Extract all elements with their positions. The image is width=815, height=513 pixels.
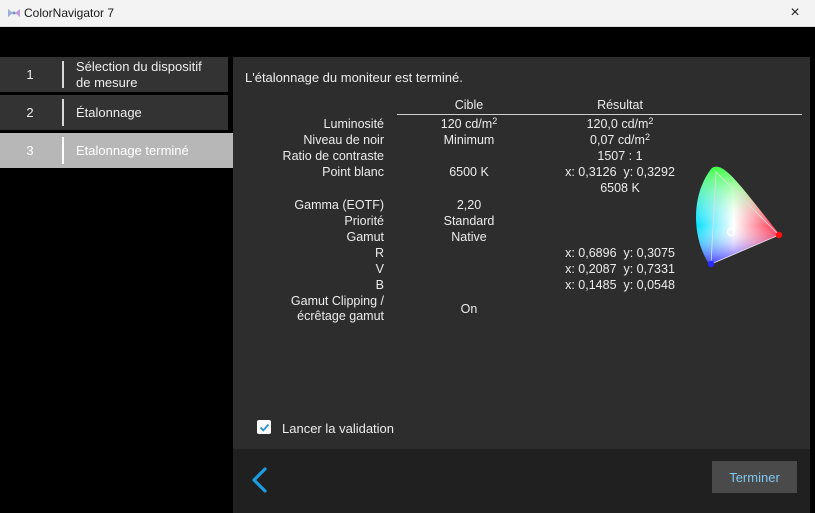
label-white-point: Point blanc — [322, 165, 384, 179]
validation-checkbox[interactable] — [257, 420, 271, 434]
red-primary-point — [775, 231, 783, 239]
column-header-target: Cible — [454, 98, 484, 112]
result-b: x: 0,1485 y: 0,0548 — [565, 278, 675, 292]
step-2: 2 Étalonnage — [0, 95, 228, 130]
step-number: 2 — [26, 105, 34, 120]
validation-label: Lancer la validation — [282, 421, 395, 436]
target-priority: Standard — [443, 214, 495, 228]
label-black-level: Niveau de noir — [303, 133, 384, 147]
target-gamut-clipping: On — [460, 302, 478, 316]
label-contrast: Ratio de contraste — [282, 149, 384, 163]
column-header-result: Résultat — [597, 98, 643, 112]
close-icon[interactable]: × — [775, 0, 815, 26]
step-label: Étalonnage — [76, 104, 142, 120]
label-priority: Priorité — [344, 214, 384, 228]
label-v: V — [375, 262, 384, 276]
step-number: 1 — [26, 67, 34, 82]
label-gamut-clipping: Gamut Clipping / écrêtage gamut — [290, 294, 384, 323]
title-bar: ColorNavigator 7 × — [0, 0, 815, 27]
step-label: Etalonnage terminé — [76, 142, 189, 158]
label-r: R — [374, 246, 384, 260]
label-gamma: Gamma (EOTF) — [294, 198, 384, 212]
step-label: Sélection du dispositif de mesure — [76, 58, 202, 90]
back-arrow-icon[interactable] — [249, 466, 269, 494]
target-white-point: 6500 K — [449, 165, 489, 179]
result-r: x: 0,6896 y: 0,3075 — [565, 246, 675, 260]
result-white-point-k: 6508 K — [600, 181, 640, 195]
result-contrast: 1507 : 1 — [597, 149, 643, 163]
result-luminance: 120,0 cd/m2 — [586, 116, 654, 132]
footer-bar: Terminer — [233, 449, 810, 513]
gamut-chromaticity-diagram — [696, 166, 783, 268]
result-white-point-xy: x: 0,3126 y: 0,3292 — [565, 165, 675, 179]
step-number: 3 — [26, 143, 34, 158]
result-black-level: 0,07 cd/m2 — [590, 132, 650, 148]
target-gamma: 2,20 — [456, 198, 482, 212]
divider — [62, 61, 64, 88]
target-black-level: Minimum — [443, 133, 495, 147]
result-v: x: 0,2087 y: 0,7331 — [565, 262, 675, 276]
blue-primary-point — [707, 260, 715, 268]
divider — [62, 137, 64, 164]
finish-button[interactable]: Terminer — [712, 461, 797, 493]
label-luminance: Luminosité — [323, 117, 384, 131]
target-gamut: Native — [451, 230, 487, 244]
target-luminance: 120 cd/m2 — [440, 116, 498, 132]
step-3-active: 3 Etalonnage terminé — [0, 133, 233, 168]
label-gamut: Gamut — [346, 230, 384, 244]
header-divider — [397, 114, 802, 115]
step-1: 1 Sélection du dispositif de mesure — [0, 57, 228, 92]
divider — [62, 99, 64, 126]
page-heading: L'étalonnage du moniteur est terminé. — [245, 70, 463, 85]
window-title: ColorNavigator 7 — [24, 6, 115, 20]
label-b: B — [375, 278, 384, 292]
checkmark-icon — [259, 423, 269, 432]
app-logo-icon — [8, 9, 20, 17]
results-panel: L'étalonnage du moniteur est terminé. Ci… — [233, 57, 810, 449]
